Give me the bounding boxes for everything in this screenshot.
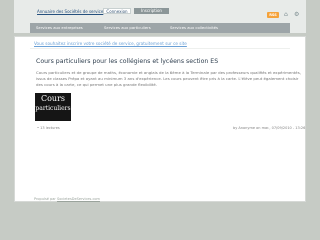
footer: Propulsé par SocietesDeServices.com [34, 197, 100, 201]
header-link[interactable]: Annuaire des Sociétés de service [37, 9, 103, 14]
post-text-line: Cours particuliers et de groupe de maths… [36, 70, 301, 75]
nav-item-entreprises[interactable]: Services aux entreprises [36, 23, 83, 33]
home-icon[interactable]: ⌂ [284, 12, 290, 18]
logo-text: Cours [40, 94, 66, 103]
post-text-line: des cours à la carte, ce qui permet une … [36, 82, 158, 87]
read-count: • 13 lectures [37, 126, 60, 130]
inscription-button[interactable]: Inscription [134, 8, 169, 14]
logo-text: particuliers [35, 105, 71, 112]
post-title[interactable]: Cours particuliers pour les collégiens e… [36, 58, 218, 65]
connexion-button[interactable]: Connexion [103, 8, 131, 14]
footer-link[interactable]: SocietesDeServices.com [57, 197, 100, 201]
settings-icon[interactable]: ⚙ [294, 12, 300, 18]
divider [30, 48, 290, 49]
nav-item-collectivites[interactable]: Services aux collectivités [170, 23, 218, 33]
post-text-line: issus de classes Prépa et ayant au minim… [36, 76, 299, 81]
footer-text: Propulsé par [34, 197, 56, 201]
post-byline: by Anonyme on mar., 07/09/2010 - 13:26 [233, 126, 306, 130]
rss-icon[interactable]: RSS [267, 12, 279, 18]
subscribe-link[interactable]: Vous souhaitez inscrire votre société de… [34, 41, 187, 46]
nav-item-particuliers[interactable]: Services aux particuliers [104, 23, 151, 33]
